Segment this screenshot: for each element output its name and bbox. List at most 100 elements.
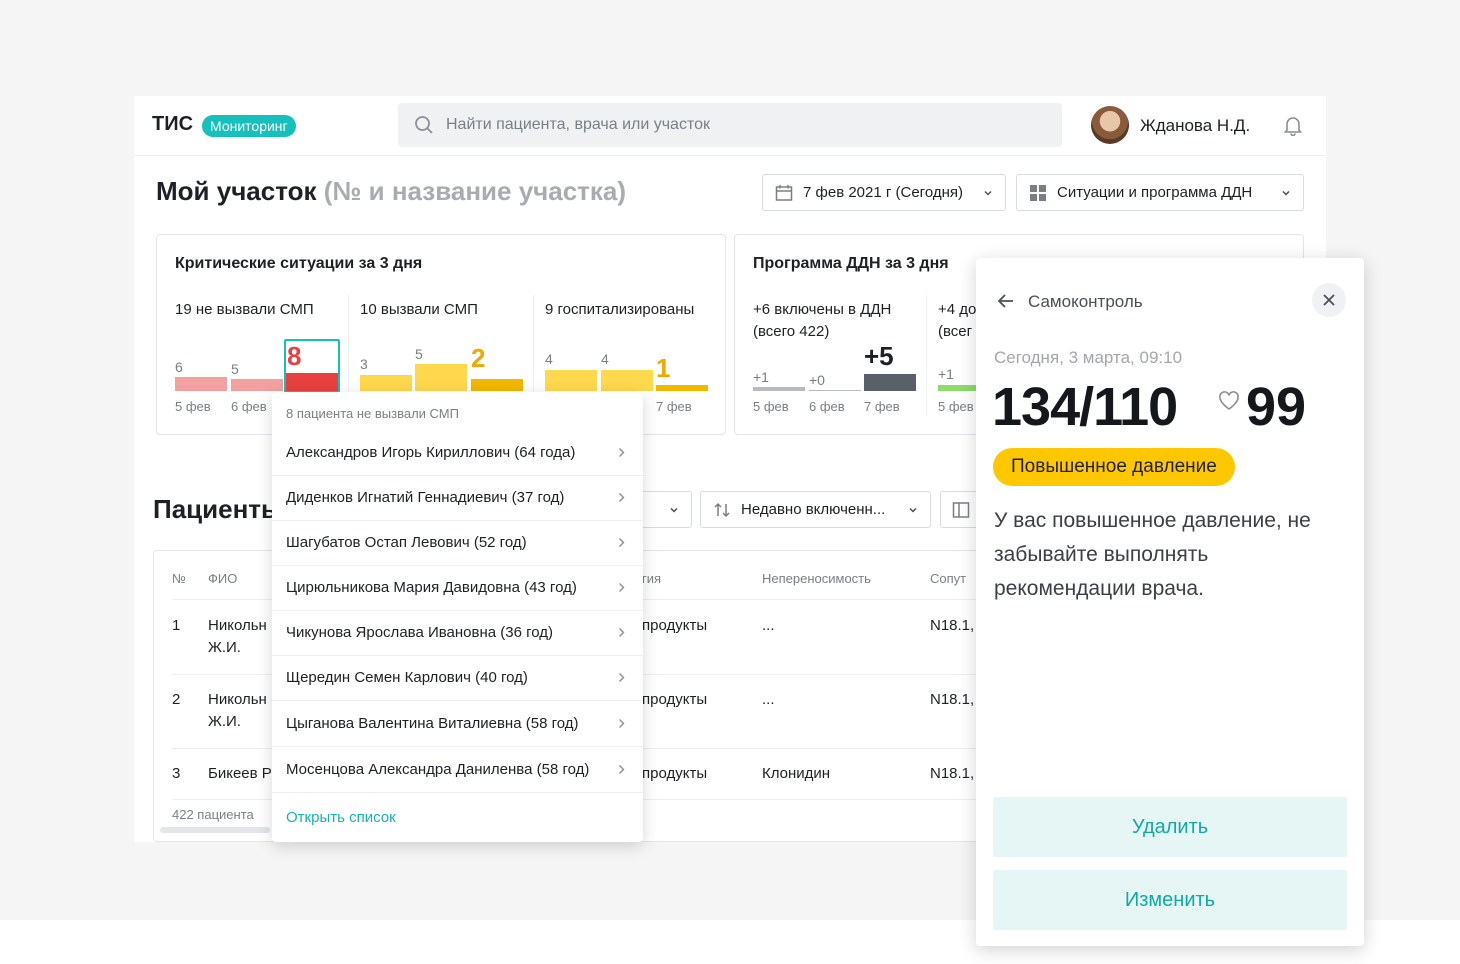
bar[interactable]: [809, 390, 861, 391]
bar-value: 2: [471, 343, 486, 373]
search-placeholder: Найти пациента, врача или участок: [446, 116, 710, 133]
bar[interactable]: [175, 377, 227, 391]
patients-popup: 8 пациента не вызвали СМП Александров Иг…: [272, 392, 643, 842]
ddn-second-line1: +4 до: [938, 301, 977, 318]
cell-allergy: продукты: [642, 765, 708, 782]
cell-number: 1: [172, 617, 181, 634]
chevron-right-icon: [619, 493, 625, 502]
chevron-right-icon: [619, 448, 625, 457]
app-logo[interactable]: ТИС: [152, 113, 193, 136]
date-filter-dropdown[interactable]: 7 фев 2021 г (Сегодня): [762, 174, 1006, 211]
ddn-included-line2: (всего 422): [753, 323, 830, 340]
chevron-down-icon: [984, 190, 992, 196]
horizontal-scrollbar[interactable]: [160, 827, 270, 833]
popup-patient-item[interactable]: Цирюльникова Мария Давидовна (43 год): [272, 566, 643, 611]
no-ambulance-label[interactable]: 19 не вызвали СМП: [175, 299, 314, 321]
patient-name: Щередин Семен Карлович (40 год): [286, 669, 528, 686]
chevron-right-icon: [619, 583, 625, 592]
bar-value: 4: [601, 351, 609, 367]
cell-intolerance: ...: [762, 617, 775, 634]
columns-toggle-button[interactable]: [940, 491, 980, 528]
hospitalized-label[interactable]: 9 госпитализированы: [545, 299, 694, 321]
patient-name: Александров Игорь Кириллович (64 года): [286, 444, 576, 461]
patient-name: Шагубатов Остап Левович (52 год): [286, 534, 527, 551]
bar[interactable]: [471, 379, 523, 391]
cell-comorbid: N18.1,: [930, 765, 975, 782]
columns-icon: [952, 502, 970, 518]
bar-date: 6 фев: [231, 399, 267, 414]
status-badge: Повышенное давление: [993, 448, 1235, 486]
bar-value: 4: [545, 351, 553, 367]
divider: [926, 295, 927, 415]
col-header-intolerance[interactable]: Непереносимость: [762, 571, 871, 586]
col-header-allergy[interactable]: гия: [642, 571, 661, 586]
col-header-comorbid[interactable]: Сопут: [930, 571, 966, 586]
bar[interactable]: [656, 385, 708, 391]
search-input[interactable]: Найти пациента, врача или участок: [398, 103, 1062, 147]
bar[interactable]: [545, 370, 597, 391]
chevron-right-icon: [619, 628, 625, 637]
bar[interactable]: [360, 375, 412, 391]
cell-comorbid: N18.1,: [930, 617, 975, 634]
sort-label: Недавно включенн...: [741, 501, 886, 518]
bar[interactable]: [231, 379, 283, 391]
page-title-main: Мой участок: [156, 176, 317, 206]
ddn-included-label[interactable]: +6 включены в ДДН (всего 422): [753, 299, 891, 343]
cell-name-initials: Ж.И.: [208, 639, 241, 656]
page-title-sub: (№ и название участка): [323, 176, 627, 206]
top-bar: ТИС Мониторинг Найти пациента, врача или…: [134, 96, 1326, 156]
col-header-name[interactable]: ФИО: [208, 571, 237, 586]
bar[interactable]: [286, 373, 338, 391]
bar[interactable]: [415, 364, 467, 391]
cell-intolerance: Клонидин: [762, 765, 831, 782]
sort-dropdown[interactable]: Недавно включенн...: [700, 491, 931, 528]
grid-icon: [1030, 185, 1046, 201]
view-filter-dropdown[interactable]: Ситуации и программа ДДН: [1016, 174, 1304, 211]
ddn-second-label[interactable]: +4 до (всег: [938, 299, 976, 343]
user-name[interactable]: Жданова Н.Д.: [1140, 116, 1250, 136]
ddn-second-line2: (всег: [938, 323, 973, 340]
bar-value: 5: [231, 361, 239, 377]
bar-date: 5 фев: [175, 399, 211, 414]
popup-patient-item[interactable]: Мосенцова Александра Даниленва (58 год): [272, 748, 643, 793]
bar[interactable]: [753, 387, 805, 391]
sort-icon: [714, 502, 730, 518]
popup-patient-item[interactable]: Цыганова Валентина Виталиевна (58 год): [272, 702, 643, 747]
page-title: Мой участок (№ и название участка): [156, 176, 626, 207]
bar-value: 5: [415, 346, 423, 362]
popup-patient-item[interactable]: Диденков Игнатий Геннадиевич (37 год): [272, 476, 643, 521]
bar[interactable]: [864, 374, 916, 391]
close-button[interactable]: [1312, 283, 1346, 317]
bar-value: 1: [656, 353, 671, 383]
called-ambulance-label[interactable]: 10 вызвали СМП: [360, 299, 478, 321]
bar-date: 6 фев: [809, 399, 845, 414]
bell-icon[interactable]: [1282, 114, 1304, 136]
chevron-right-icon: [619, 538, 625, 547]
cell-name-initials: Ж.И.: [208, 713, 241, 730]
patient-name: Диденков Игнатий Геннадиевич (37 год): [286, 489, 565, 506]
close-icon: [1323, 294, 1335, 306]
popup-patient-item[interactable]: Шагубатов Остап Левович (52 год): [272, 521, 643, 566]
blood-pressure-value: 134/110: [992, 377, 1178, 437]
delete-button[interactable]: Удалить: [993, 797, 1347, 857]
popup-patient-item[interactable]: Александров Игорь Кириллович (64 года): [272, 431, 643, 476]
popup-patient-item[interactable]: Чикунова Ярослава Ивановна (36 год): [272, 611, 643, 656]
col-header-number[interactable]: №: [172, 571, 186, 586]
bar-value: +5: [864, 341, 894, 371]
cell-allergy: продукты: [642, 691, 708, 708]
bar-value: 6: [175, 359, 183, 375]
arrow-left-icon[interactable]: [996, 291, 1016, 311]
cell-number: 2: [172, 691, 181, 708]
popup-patient-item[interactable]: Щередин Семен Карлович (40 год): [272, 656, 643, 701]
bar-date: 5 фев: [938, 399, 974, 414]
edit-button[interactable]: Изменить: [993, 870, 1347, 930]
chevron-down-icon: [670, 507, 678, 513]
open-list-link[interactable]: Открыть список: [286, 809, 396, 826]
bar-value: +1: [938, 366, 954, 382]
bar[interactable]: [601, 370, 653, 391]
patient-name: Цыганова Валентина Виталиевна (58 год): [286, 715, 579, 732]
self-control-panel: Самоконтроль Сегодня, 3 марта, 09:10 134…: [976, 258, 1364, 946]
cell-intolerance: ...: [762, 691, 775, 708]
app-logo-badge: Мониторинг: [202, 115, 296, 137]
avatar[interactable]: [1091, 106, 1129, 144]
